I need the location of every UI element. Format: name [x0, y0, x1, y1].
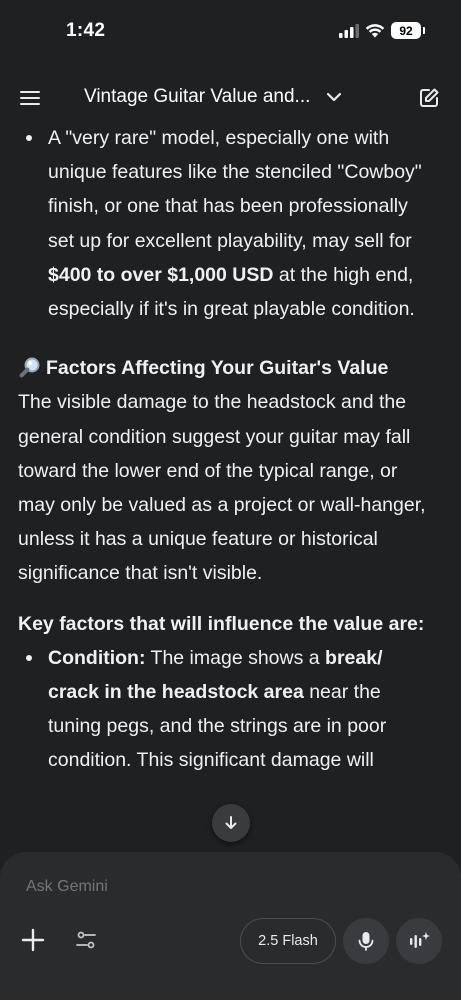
conversation-title: Vintage Guitar Value and... [84, 86, 311, 107]
key-factors-heading: Key factors that will influence the valu… [18, 612, 425, 635]
section-heading-text: Factors Affecting Your Guitar's Value [46, 357, 389, 380]
paragraph: The visible damage to the headstock and … [18, 391, 426, 585]
composer-panel: 2.5 Flash [0, 852, 461, 1000]
list-item: Condition: The image shows a break/ crac… [18, 641, 438, 778]
bullet-text: The image shows a [145, 646, 326, 669]
section-heading: Factors Affecting Your Guitar's Value [18, 351, 438, 385]
microphone-icon [358, 932, 374, 951]
condition-label: Condition: [48, 646, 146, 669]
response-content[interactable]: A "very rare" model, especially one with… [0, 122, 461, 852]
live-mode-button[interactable] [396, 918, 442, 964]
cellular-signal-icon [339, 23, 359, 38]
model-selector-button[interactable]: 2.5 Flash [240, 918, 336, 964]
scroll-to-bottom-button[interactable] [212, 804, 250, 842]
new-chat-edit-icon[interactable] [417, 86, 441, 110]
response-text: A "very rare" model, especially one with… [18, 122, 438, 778]
arrow-down-icon [225, 816, 237, 829]
bullet-dot [26, 135, 32, 141]
chevron-down-icon [327, 92, 342, 102]
ask-gemini-input[interactable] [26, 878, 406, 896]
hamburger-menu-icon[interactable] [18, 86, 42, 110]
bullet-text: A "very rare" model, especially one with… [48, 127, 422, 252]
plus-icon[interactable] [20, 927, 46, 953]
battery-indicator: 92 [391, 22, 425, 39]
wifi-icon [365, 24, 385, 38]
microphone-button[interactable] [343, 918, 389, 964]
tools-sliders-icon[interactable] [74, 928, 98, 952]
conversation-title-dropdown[interactable]: Vintage Guitar Value and... [84, 86, 344, 108]
status-time: 1:42 [66, 20, 106, 41]
app-header: Vintage Guitar Value and... [0, 70, 461, 126]
status-icons: 92 [339, 22, 425, 39]
status-bar: 1:42 92 [0, 0, 461, 62]
live-sparkle-icon [410, 932, 430, 948]
price-range: $400 to over $1,000 USD [48, 263, 274, 286]
list-item: A "very rare" model, especially one with… [18, 122, 438, 326]
bullet-dot [26, 654, 32, 661]
magnifying-glass-icon [19, 357, 40, 378]
